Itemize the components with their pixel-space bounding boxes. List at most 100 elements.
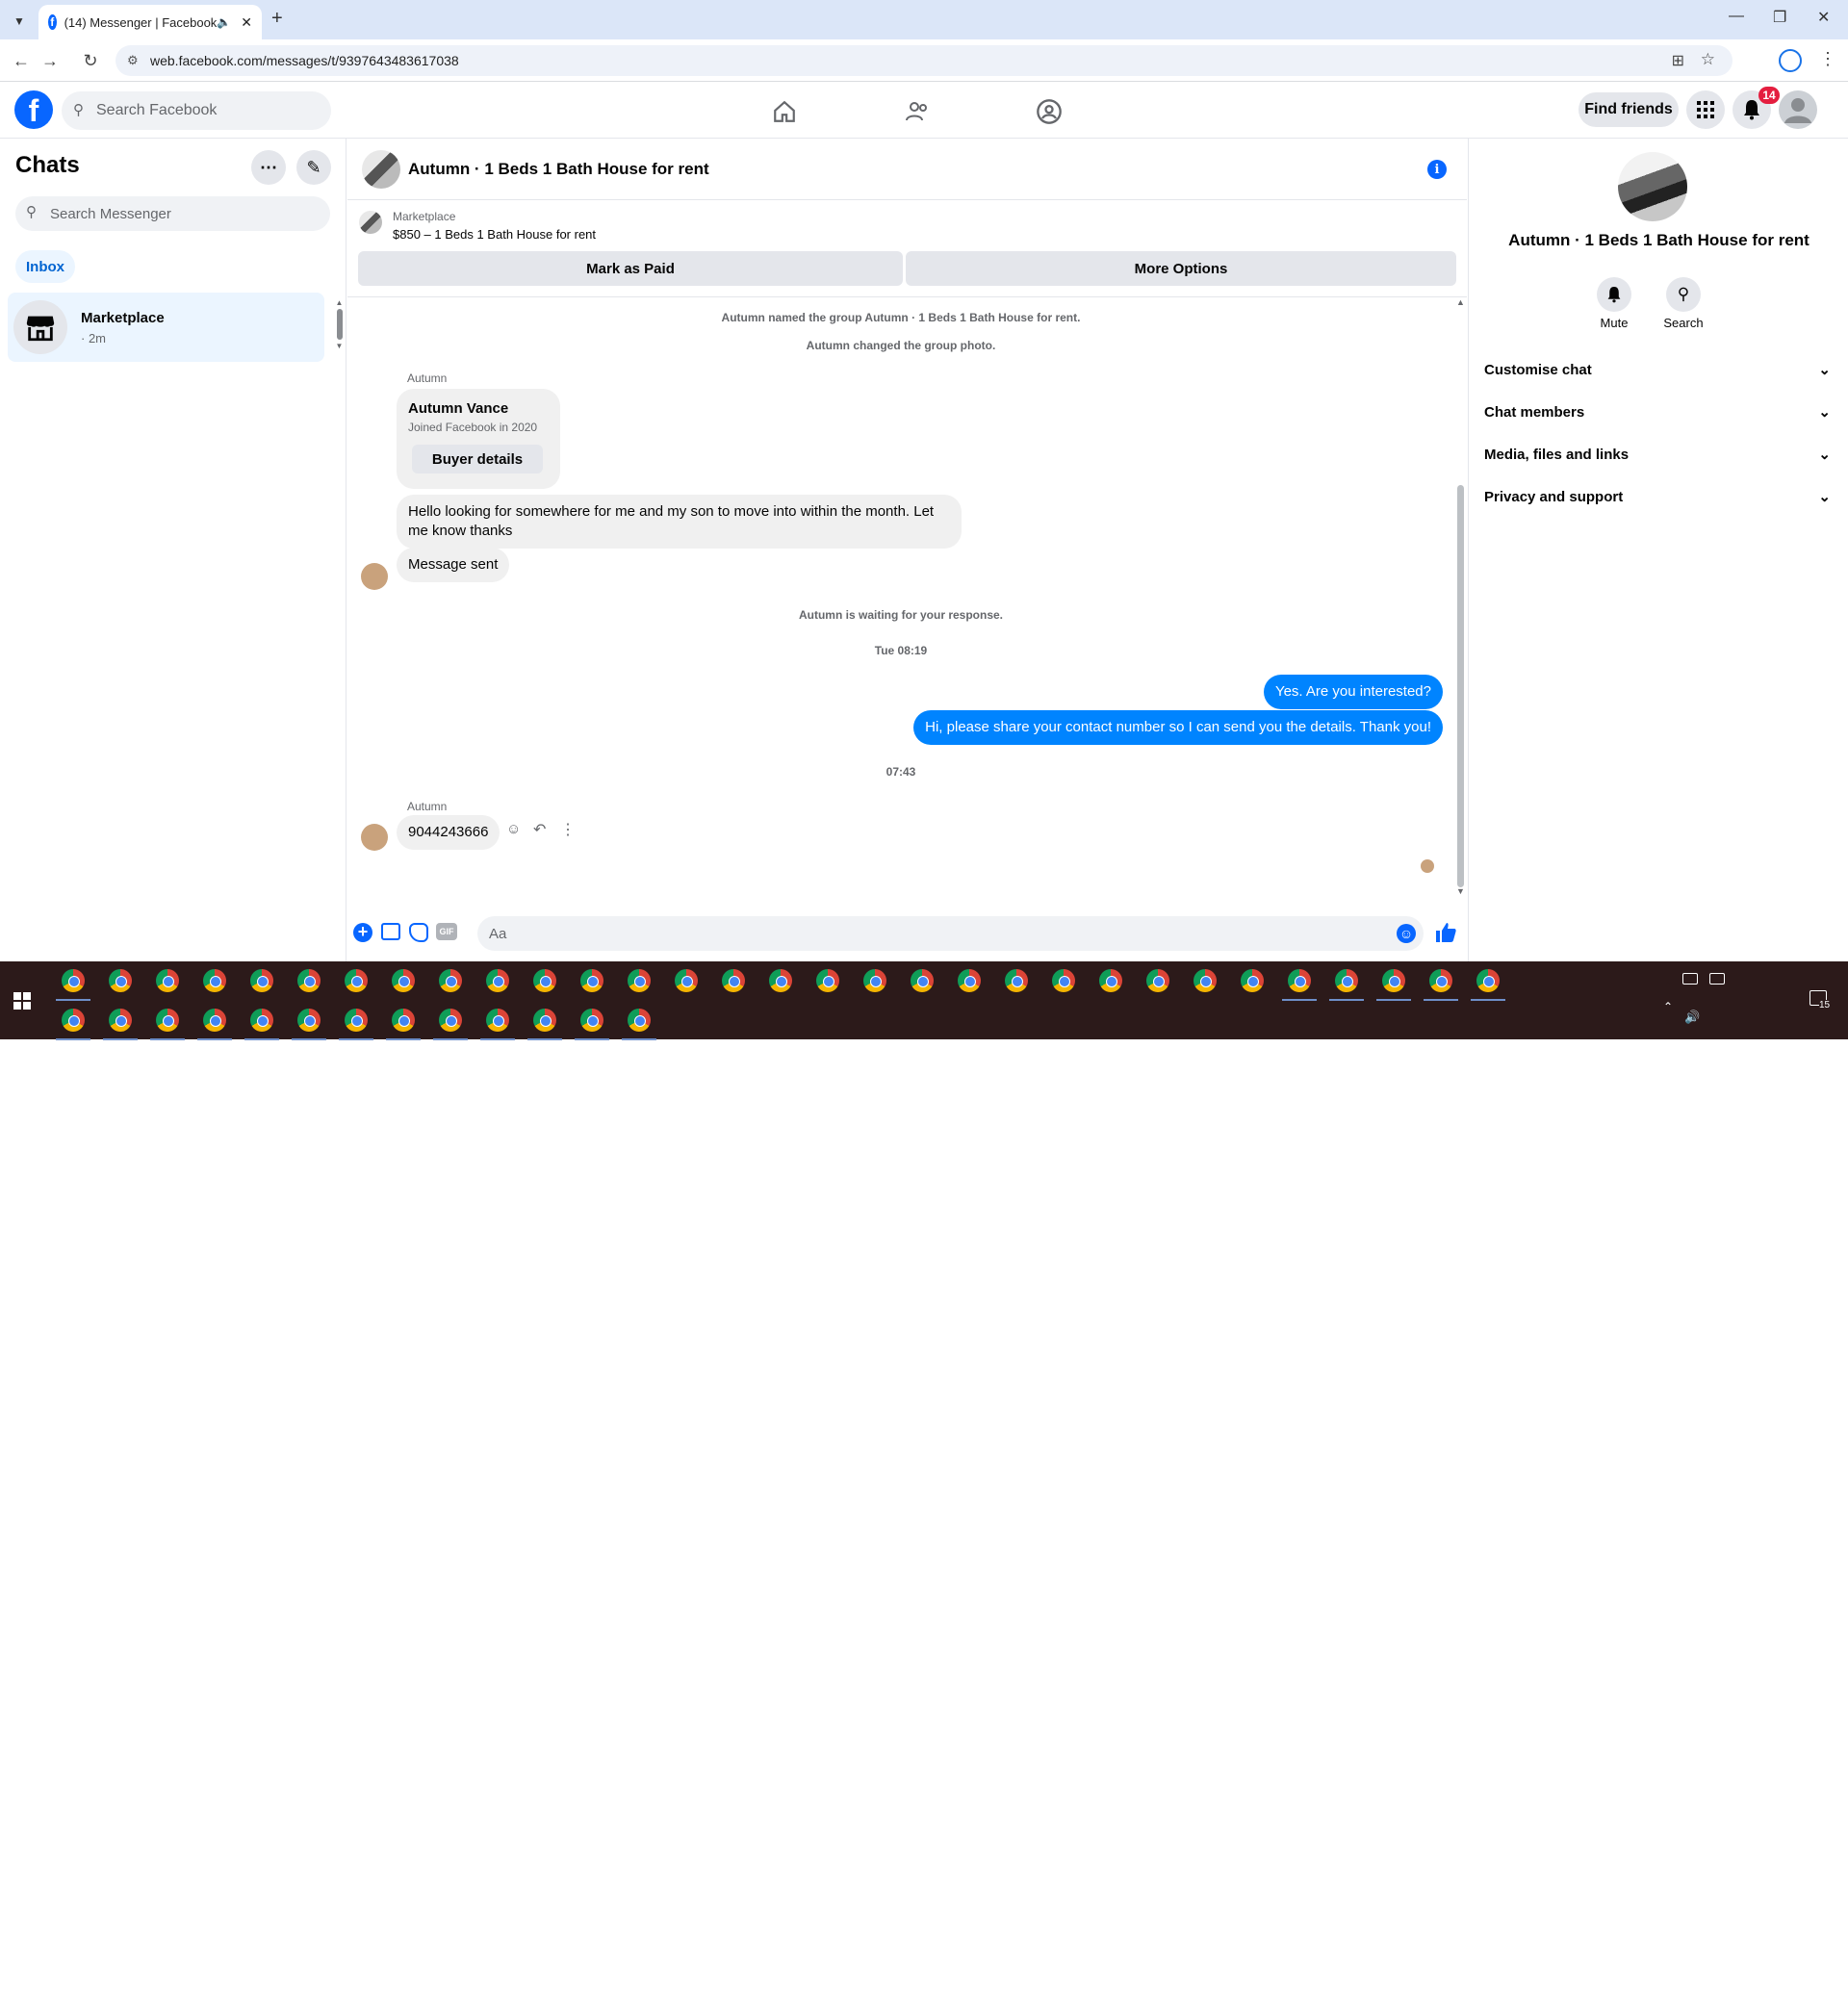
friends-icon[interactable] — [898, 92, 937, 131]
chrome-taskbar-icon[interactable] — [533, 1009, 556, 1032]
scroll-up-icon[interactable]: ▲ — [1456, 297, 1465, 307]
outgoing-message[interactable]: Hi, please share your contact number so … — [913, 710, 1443, 745]
new-message-icon[interactable]: ✎ — [296, 150, 331, 185]
chrome-taskbar-icon[interactable] — [345, 1009, 368, 1032]
install-app-icon[interactable]: ⊞ — [1672, 51, 1684, 70]
chat-title[interactable]: Autumn · 1 Beds 1 Bath House for rent — [408, 160, 709, 179]
chrome-taskbar-icon[interactable] — [580, 969, 603, 992]
chrome-taskbar-icon[interactable] — [628, 1009, 651, 1032]
chrome-taskbar-icon[interactable] — [345, 969, 368, 992]
groups-icon[interactable] — [1030, 92, 1068, 131]
thumbs-up-icon[interactable] — [1434, 921, 1457, 949]
close-window-icon[interactable]: ✕ — [1817, 8, 1830, 27]
chrome-taskbar-icon[interactable] — [486, 969, 509, 992]
url-field[interactable]: ⚙ web.facebook.com/messages/t/9397643483… — [116, 45, 1732, 76]
section-privacy-support[interactable]: Privacy and support ⌄ — [1484, 479, 1831, 514]
windows-start-icon[interactable] — [13, 992, 31, 1010]
sticker-icon[interactable] — [409, 923, 428, 942]
tab-list-icon[interactable]: ▼ — [8, 10, 31, 33]
chrome-taskbar-icon[interactable] — [250, 1009, 273, 1032]
display-icon[interactable] — [1709, 973, 1725, 985]
forward-icon[interactable]: → — [37, 47, 64, 74]
minimize-icon[interactable]: — — [1729, 8, 1744, 25]
chrome-taskbar-icon[interactable] — [109, 969, 132, 992]
reply-icon[interactable]: ↶ — [533, 820, 546, 839]
chrome-taskbar-icon[interactable] — [863, 969, 886, 992]
attach-photo-icon[interactable] — [381, 923, 400, 940]
volume-icon[interactable]: 🔊 — [1684, 1010, 1700, 1025]
facebook-logo-icon[interactable]: f — [14, 90, 53, 129]
chrome-taskbar-icon[interactable] — [392, 1009, 415, 1032]
menu-grid-icon[interactable] — [1686, 90, 1725, 129]
conversation-item[interactable]: Marketplace · 2m — [8, 293, 324, 362]
emoji-icon[interactable]: ☺ — [1397, 924, 1416, 943]
sidebar-scrollbar[interactable]: ▲ ▼ — [336, 298, 344, 358]
messenger-search-input[interactable]: ⚲ Search Messenger — [15, 196, 330, 231]
incoming-message[interactable]: 9044243666 — [397, 815, 500, 850]
site-info-icon[interactable]: ⚙ — [127, 53, 139, 68]
taskbar-clock[interactable]: 7:45 AM Wednesday 4/9/2025 — [1723, 1934, 1800, 1995]
chrome-taskbar-icon[interactable] — [109, 1009, 132, 1032]
chrome-taskbar-icon[interactable] — [1382, 969, 1405, 992]
scroll-down-icon[interactable]: ▼ — [1456, 886, 1465, 896]
chat-scrollbar[interactable]: ▲ ▼ — [1454, 297, 1467, 899]
mute-bell-icon[interactable] — [1597, 277, 1631, 312]
chrome-taskbar-icon[interactable] — [816, 969, 839, 992]
chrome-taskbar-icon[interactable] — [439, 969, 462, 992]
reload-icon[interactable]: ↻ — [77, 47, 104, 74]
chrome-taskbar-icon[interactable] — [769, 969, 792, 992]
section-customise-chat[interactable]: Customise chat ⌄ — [1484, 352, 1831, 387]
chrome-taskbar-icon[interactable] — [1241, 969, 1264, 992]
chrome-taskbar-icon[interactable] — [250, 969, 273, 992]
show-hidden-icons[interactable]: ⌃ — [1663, 1000, 1673, 1013]
buyer-details-button[interactable]: Buyer details — [412, 445, 543, 473]
chrome-taskbar-icon[interactable] — [1476, 969, 1500, 992]
section-media-files-links[interactable]: Media, files and links ⌄ — [1484, 437, 1831, 472]
chrome-taskbar-icon[interactable] — [1052, 969, 1075, 992]
new-tab-icon[interactable]: + — [271, 8, 283, 30]
sender-avatar[interactable] — [361, 824, 388, 851]
chrome-taskbar-icon[interactable] — [439, 1009, 462, 1032]
incoming-message[interactable]: Hello looking for somewhere for me and m… — [397, 495, 962, 549]
chrome-taskbar-icon[interactable] — [156, 969, 179, 992]
profile-icon[interactable] — [1779, 49, 1802, 72]
chrome-taskbar-icon[interactable] — [958, 969, 981, 992]
network-icon[interactable] — [1682, 973, 1698, 985]
chrome-taskbar-icon[interactable] — [533, 969, 556, 992]
chrome-taskbar-icon[interactable] — [580, 1009, 603, 1032]
chrome-taskbar-icon[interactable] — [1335, 969, 1358, 992]
chrome-taskbar-icon[interactable] — [1005, 969, 1028, 992]
chrome-taskbar-icon[interactable] — [297, 969, 321, 992]
chrome-taskbar-icon[interactable] — [203, 1009, 226, 1032]
chrome-taskbar-icon[interactable] — [675, 969, 698, 992]
browser-tab-active[interactable]: f (14) Messenger | Facebook 🔈 ✕ — [38, 5, 262, 39]
speaker-icon[interactable]: 🔈 — [217, 15, 231, 29]
chrome-taskbar-icon[interactable] — [628, 969, 651, 992]
group-photo[interactable] — [1618, 152, 1687, 221]
chrome-taskbar-icon[interactable] — [1194, 969, 1217, 992]
listing-summary[interactable]: $850 – 1 Beds 1 Bath House for rent — [393, 227, 596, 242]
chrome-taskbar-icon[interactable] — [156, 1009, 179, 1032]
sender-avatar[interactable] — [361, 563, 388, 590]
search-conversation-icon[interactable]: ⚲ — [1666, 277, 1701, 312]
restore-icon[interactable]: ❐ — [1773, 8, 1786, 27]
chrome-taskbar-icon[interactable] — [62, 1009, 85, 1032]
chrome-taskbar-icon[interactable] — [297, 1009, 321, 1032]
chat-avatar[interactable] — [362, 150, 400, 189]
listing-thumbnail[interactable] — [359, 211, 382, 234]
scroll-thumb[interactable] — [1457, 485, 1464, 887]
bookmark-star-icon[interactable]: ☆ — [1701, 50, 1715, 69]
gif-icon[interactable]: GIF — [436, 923, 457, 940]
more-options-button[interactable]: More Options — [906, 251, 1456, 286]
account-avatar[interactable] — [1779, 90, 1817, 129]
info-icon[interactable]: i — [1427, 160, 1447, 179]
message-input[interactable]: Aa ☺ — [477, 916, 1424, 951]
incoming-message[interactable]: Message sent — [397, 548, 510, 582]
react-emoji-icon[interactable]: ☺ — [506, 821, 521, 837]
mark-as-paid-button[interactable]: Mark as Paid — [358, 251, 903, 286]
more-actions-icon[interactable]: ⋮ — [560, 820, 576, 839]
facebook-search-input[interactable]: ⚲ Search Facebook — [62, 91, 331, 130]
browser-menu-icon[interactable]: ⋮ — [1819, 49, 1836, 69]
find-friends-button[interactable]: Find friends — [1578, 92, 1679, 127]
chrome-taskbar-icon[interactable] — [392, 969, 415, 992]
